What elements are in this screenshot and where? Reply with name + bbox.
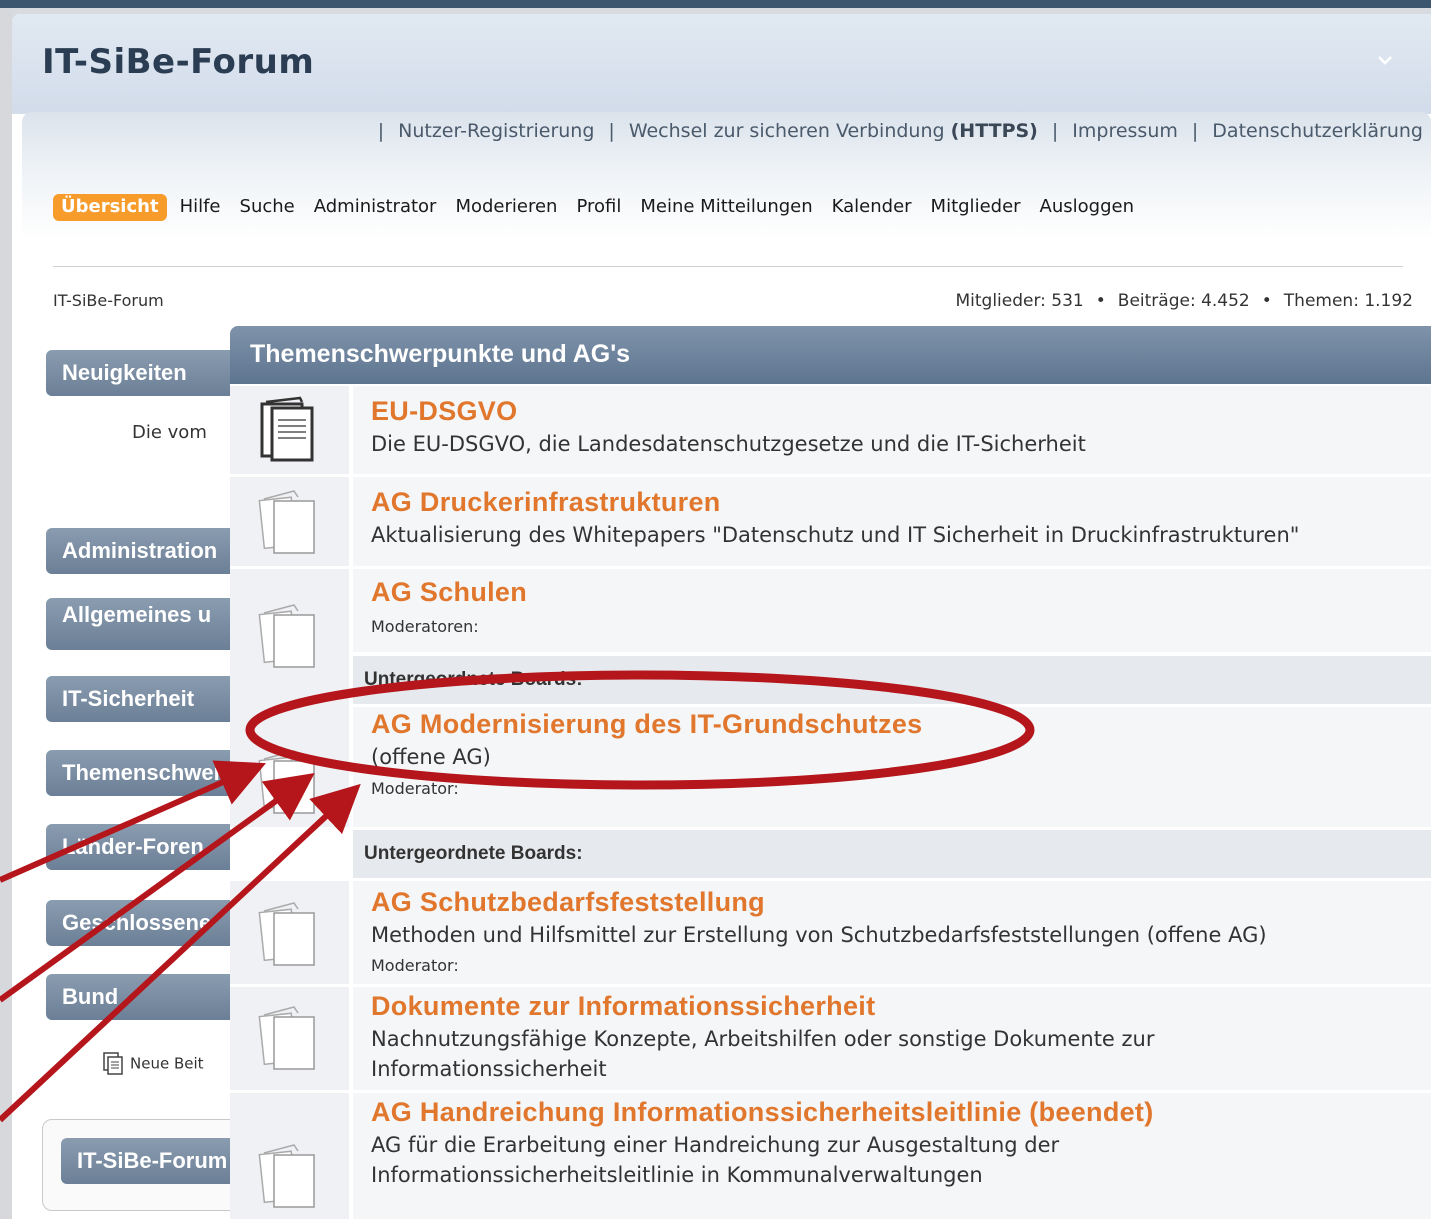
nav-search[interactable]: Suche (240, 196, 295, 217)
forum-name-link[interactable]: Dokumente zur Informationssicherheit (371, 991, 875, 1022)
subboards-label: Untergeordnete Boards: (353, 830, 1431, 878)
board-title[interactable]: Themenschwerpunkte und AG's (230, 326, 1431, 384)
subboards-label: Untergeordnete Boards: (353, 656, 1431, 704)
forum-row: Dokumente zur Informationssicherheit Nac… (230, 987, 1431, 1090)
nav-messages[interactable]: Meine Mitteilungen (640, 196, 812, 217)
nav-help[interactable]: Hilfe (180, 196, 221, 217)
divider (53, 266, 1403, 267)
forum-name-link[interactable]: AG Modernisierung des IT-Grundschutzes (371, 709, 922, 740)
nav-calendar[interactable]: Kalender (832, 196, 912, 217)
sidebar-news-text: Die vom (132, 422, 207, 443)
forum-description-line2: Informationssicherheit (371, 1057, 607, 1081)
forum-name-link[interactable]: AG Druckerinfrastrukturen (371, 487, 721, 518)
stat-topics: Themen: 1.192 (1283, 291, 1413, 311)
no-new-posts-board-icon[interactable] (256, 599, 326, 673)
nav-overview[interactable]: Übersicht (53, 194, 167, 221)
new-posts-legend: Neue Beit (102, 1052, 204, 1076)
forum-description: Methoden und Hilfsmittel zur Erstellung … (371, 923, 1267, 947)
forum-moderators: Moderator: (371, 779, 459, 798)
forum-row: AG Druckerinfrastrukturen Aktualisierung… (230, 477, 1431, 566)
register-link[interactable]: Nutzer-Registrierung (398, 120, 594, 142)
nav-admin[interactable]: Administrator (314, 196, 437, 217)
nav-moderate[interactable]: Moderieren (455, 196, 557, 217)
forum-description-line2: Informationssicherheitsleitlinie in Komm… (371, 1163, 983, 1187)
stat-members: Mitglieder: 531 (955, 291, 1084, 311)
forum-moderators: Moderatoren: (371, 617, 479, 636)
forum-description: Die EU-DSGVO, die Landesdatenschutzgeset… (371, 432, 1086, 456)
nav-members[interactable]: Mitglieder (931, 196, 1021, 217)
forum-name-link[interactable]: EU-DSGVO (371, 396, 517, 427)
top-links: | Nutzer-Registrierung | Wechsel zur sicher… (377, 120, 1423, 142)
forum-description: (offene AG) (371, 745, 491, 769)
forum-moderators: Moderator: (371, 956, 459, 975)
forum-row: AG Schulen Moderatoren: (230, 569, 1431, 709)
new-posts-icon (103, 1052, 123, 1075)
window-left-border (0, 8, 12, 1219)
forum-row: AG Schutzbedarfsfeststellung Methoden un… (230, 881, 1431, 984)
site-header: IT-SiBe-Forum (12, 14, 1431, 114)
forum-description: Nachnutzungsfähige Konzepte, Arbeitshilf… (371, 1027, 1155, 1051)
impressum-link[interactable]: Impressum (1072, 120, 1178, 142)
no-new-posts-board-icon[interactable] (256, 1001, 326, 1075)
breadcrumb[interactable]: IT-SiBe-Forum (53, 291, 164, 310)
forum-row: AG Handreichung Informationssicherheitsl… (230, 1093, 1431, 1219)
site-title[interactable]: IT-SiBe-Forum (42, 42, 314, 82)
main-nav: Übersicht Hilfe Suche Administrator Moderier… (53, 194, 1153, 221)
forum-page: IT-SiBe-Forum | Nutzer-Registrierung | Wech… (12, 14, 1431, 1219)
stat-posts: Beiträge: 4.452 (1117, 291, 1250, 311)
privacy-link[interactable]: Datenschutzerklärung (1212, 120, 1423, 142)
forum-row: AG Modernisierung des IT-Grundschutzes (… (230, 707, 1431, 827)
no-new-posts-board-icon[interactable] (256, 897, 326, 971)
window-top-border (0, 0, 1431, 8)
forum-stats: Mitglieder: 531 • Beiträge: 4.452 • Themen: … (955, 291, 1413, 311)
https-link[interactable]: Wechsel zur sicheren Verbindung (HTTPS) (629, 120, 1038, 142)
no-new-posts-board-icon[interactable] (256, 485, 326, 559)
forum-row: EU-DSGVO Die EU-DSGVO, die Landesdatensc… (230, 386, 1431, 474)
no-new-posts-board-icon[interactable] (256, 1139, 326, 1213)
collapse-header-icon[interactable] (1377, 52, 1393, 68)
nav-profile[interactable]: Profil (576, 196, 621, 217)
forum-name-link[interactable]: AG Schulen (371, 577, 527, 608)
forum-name-link[interactable]: AG Handreichung Informationssicherheitsl… (371, 1097, 1154, 1128)
nav-logout[interactable]: Ausloggen (1040, 196, 1134, 217)
forum-description: AG für die Erarbeitung einer Handreichun… (371, 1133, 1060, 1157)
no-new-posts-board-icon[interactable] (256, 745, 326, 819)
forum-name-link[interactable]: AG Schutzbedarfsfeststellung (371, 887, 765, 918)
forum-description: Aktualisierung des Whitepapers "Datensch… (371, 523, 1300, 547)
board-section: Themenschwerpunkte und AG's EU-DSGVO Die… (230, 326, 1431, 1219)
new-posts-board-icon[interactable] (256, 394, 326, 468)
